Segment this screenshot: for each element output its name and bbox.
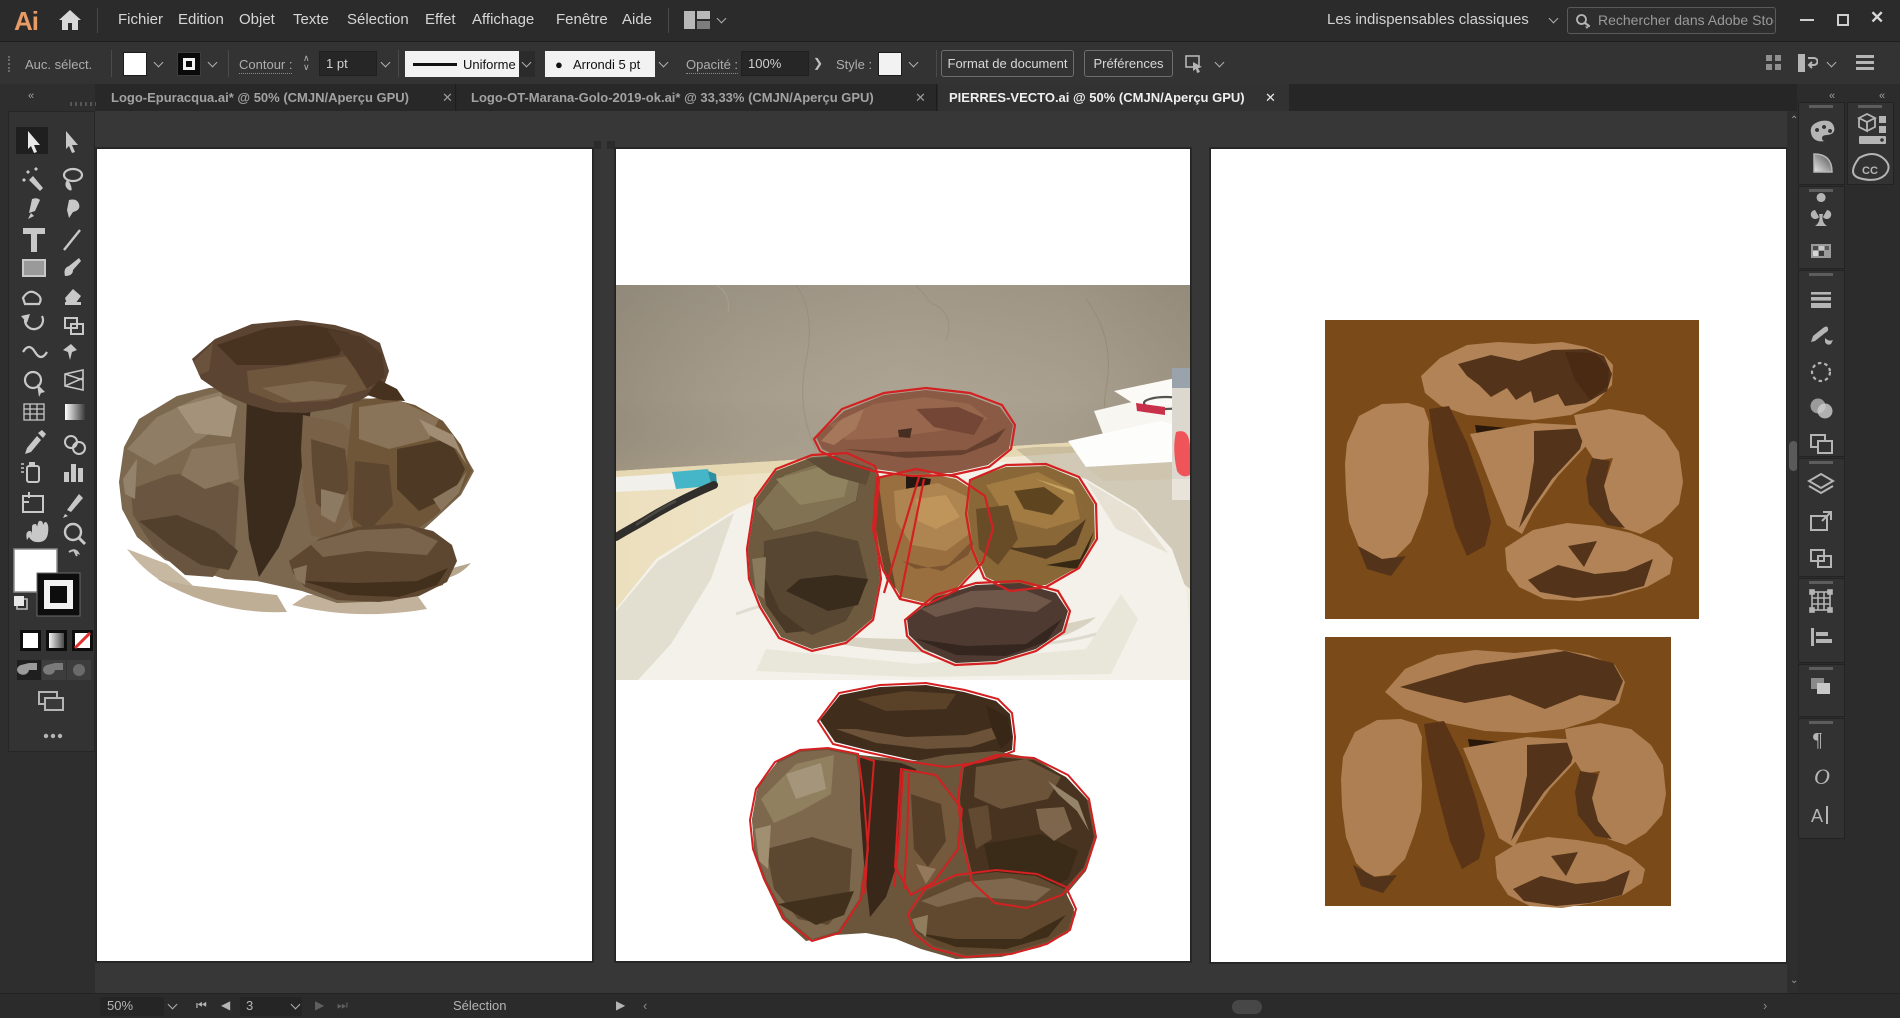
svg-text:O: O [1814,764,1830,789]
svg-text:¶: ¶ [1813,729,1822,751]
svg-text:CC: CC [1862,165,1878,177]
svg-text:A: A [1811,806,1823,826]
